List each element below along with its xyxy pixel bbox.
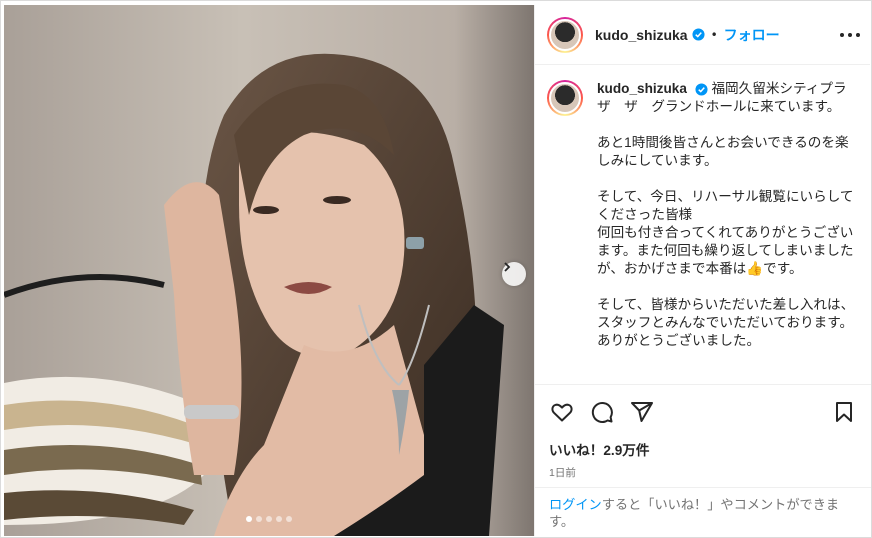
verified-icon	[695, 83, 708, 96]
login-prompt: ログインすると「いいね！」やコメントができます。	[535, 487, 871, 530]
carousel-next-button[interactable]	[502, 262, 526, 286]
action-icons	[549, 397, 859, 427]
chevron-right-icon	[504, 262, 511, 272]
instagram-post: kudo_shizuka • フォロー kudo_shizuka 福岡久留米シテ…	[0, 0, 872, 538]
like-button[interactable]	[549, 399, 575, 425]
carousel-dot	[276, 516, 282, 522]
share-icon	[631, 402, 653, 422]
share-button[interactable]	[629, 399, 655, 425]
post-header: kudo_shizuka • フォロー	[535, 5, 870, 65]
verified-icon	[692, 28, 705, 41]
like-count[interactable]: いいね！2.9万件	[549, 439, 859, 459]
caption-area[interactable]: kudo_shizuka 福岡久留米シティプラザ ザ グランドホールに来ています…	[535, 66, 871, 384]
post-photo	[4, 5, 534, 536]
carousel-dot	[286, 516, 292, 522]
caption-username[interactable]: kudo_shizuka	[597, 81, 687, 96]
caption-paragraph-4: そして、皆様からいただいた差し入れは、スタッフとみんなでいただいております。あり…	[597, 297, 855, 348]
caption-text: kudo_shizuka 福岡久留米シティプラザ ザ グランドホールに来ています…	[597, 80, 859, 384]
post-time[interactable]: 1日前	[549, 465, 859, 480]
more-icon[interactable]	[840, 25, 860, 45]
caption-paragraph-3: そして、今日、リハーサル観覧にいらしてくださった皆様 何回も付き合ってくれてあり…	[597, 189, 854, 276]
caption-avatar[interactable]	[547, 80, 583, 116]
carousel-dot	[256, 516, 262, 522]
avatar[interactable]	[547, 16, 583, 53]
comment-icon	[591, 401, 613, 423]
save-button[interactable]	[831, 399, 857, 425]
header-username[interactable]: kudo_shizuka	[595, 27, 688, 43]
login-link[interactable]: ログイン	[549, 497, 602, 512]
carousel-indicator	[4, 516, 534, 522]
carousel-dot	[246, 516, 252, 522]
heart-icon	[551, 403, 573, 422]
header-separator: •	[710, 27, 718, 42]
post-media[interactable]	[4, 5, 534, 536]
follow-button[interactable]: フォロー	[724, 25, 780, 45]
comment-button[interactable]	[589, 399, 615, 425]
post-side-panel: kudo_shizuka • フォロー kudo_shizuka 福岡久留米シテ…	[534, 5, 871, 536]
bookmark-icon	[836, 402, 852, 422]
post-actions: いいね！2.9万件 1日前	[535, 384, 871, 499]
caption-paragraph: kudo_shizuka 福岡久留米シティプラザ ザ グランドホールに来ています…	[597, 80, 859, 116]
caption-paragraph-2: あと1時間後皆さんとお会いできるのを楽しみにしています。	[597, 135, 849, 168]
carousel-dot	[266, 516, 272, 522]
